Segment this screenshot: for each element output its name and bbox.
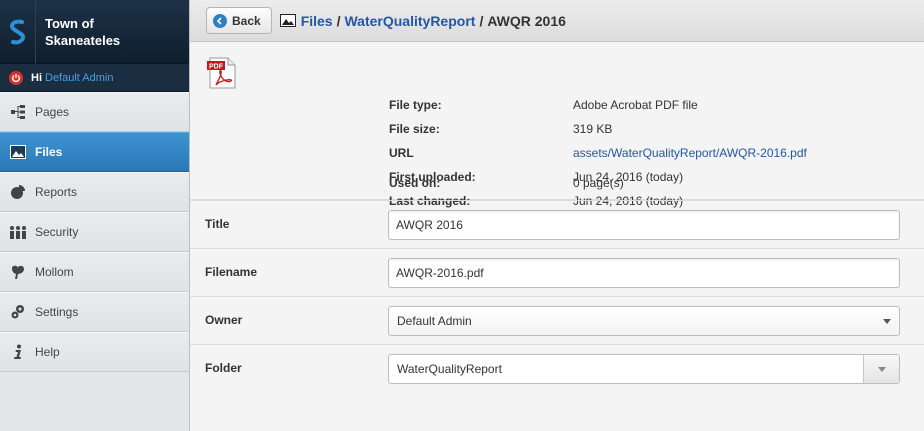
breadcrumb-folder-link[interactable]: WaterQualityReport	[344, 13, 475, 29]
title-row: Title AWQR 2016	[190, 201, 924, 249]
file-size-row: File size: 319 KB	[389, 122, 613, 136]
sidebar-item-label: Reports	[35, 185, 78, 199]
sitemap-icon	[9, 103, 27, 121]
image-icon	[279, 14, 296, 27]
sidebar-item-label: Help	[35, 345, 60, 359]
file-url-row: URL assets/WaterQualityReport/AWQR-2016.…	[389, 146, 807, 160]
used-on-value: 0 page(s)	[573, 176, 624, 190]
title-input[interactable]: AWQR 2016	[388, 210, 900, 240]
toolbar: Back Files / WaterQualityReport / AWQR 2…	[190, 0, 924, 42]
greeting: Hi	[31, 71, 42, 84]
breadcrumb-separator: /	[336, 12, 341, 29]
sidebar-item-reports[interactable]: Reports	[0, 172, 189, 212]
info-icon	[9, 343, 27, 361]
file-url-link[interactable]: assets/WaterQualityReport/AWQR-2016.pdf	[573, 146, 807, 160]
file-size-value: 319 KB	[573, 122, 613, 136]
sidebar-item-pages[interactable]: Pages	[0, 92, 189, 132]
breadcrumb-current: AWQR 2016	[487, 12, 566, 29]
site-name: Town of Skaneateles	[45, 15, 121, 48]
folder-dropdown-button[interactable]	[863, 355, 899, 383]
owner-select[interactable]: Default Admin	[388, 306, 900, 336]
arrow-left-icon	[213, 13, 227, 28]
sidebar-item-label: Pages	[35, 105, 70, 119]
main-nav: Pages Files Reports Security Mollom Sett…	[0, 92, 189, 372]
sidebar-item-files[interactable]: Files	[0, 132, 189, 172]
svg-text:PDF: PDF	[209, 64, 224, 71]
user-link[interactable]: Default Admin	[45, 72, 113, 84]
sidebar-item-label: Files	[35, 145, 63, 159]
title-label: Title	[205, 217, 230, 231]
breadcrumb-files-link[interactable]: Files	[301, 13, 333, 29]
filename-row: Filename AWQR-2016.pdf	[190, 249, 924, 297]
sidebar-item-label: Mollom	[35, 265, 74, 279]
filename-label: Filename	[205, 265, 258, 279]
breadcrumb-separator: /	[479, 12, 484, 29]
file-type-row: File type: Adobe Acrobat PDF file	[389, 98, 698, 112]
back-button[interactable]: Back	[206, 7, 272, 34]
folder-label: Folder	[205, 361, 242, 375]
power-icon[interactable]	[9, 70, 23, 85]
filename-input[interactable]: AWQR-2016.pdf	[388, 258, 900, 288]
user-bar: Hi Default Admin	[0, 64, 189, 92]
owner-row: Owner Default Admin	[190, 297, 924, 345]
chevron-down-icon	[883, 319, 891, 324]
pie-chart-icon	[9, 183, 27, 201]
breadcrumb: Files / WaterQualityReport / AWQR 2016	[279, 12, 566, 29]
used-on-row: Used on: 0 page(s)	[389, 176, 624, 190]
sidebar-item-security[interactable]: Security	[0, 212, 189, 252]
edit-form: Title AWQR 2016 Filename AWQR-2016.pdf O…	[190, 200, 924, 393]
sidebar: Town of Skaneateles Hi Default Admin Pag…	[0, 0, 190, 431]
folder-select[interactable]: WaterQualityReport	[388, 354, 900, 384]
pdf-file-icon: PDF	[206, 57, 238, 89]
file-type-value: Adobe Acrobat PDF file	[573, 98, 698, 112]
sidebar-item-label: Settings	[35, 305, 79, 319]
sidebar-item-help[interactable]: Help	[0, 332, 189, 372]
sidebar-item-mollom[interactable]: Mollom	[0, 252, 189, 292]
logo-icon	[0, 0, 36, 64]
sidebar-item-label: Security	[35, 225, 79, 239]
gears-icon	[9, 303, 27, 321]
users-icon	[9, 223, 27, 241]
folder-row: Folder WaterQualityReport	[190, 345, 924, 393]
image-icon	[9, 143, 27, 161]
chevron-down-icon	[877, 366, 886, 372]
main-content: Back Files / WaterQualityReport / AWQR 2…	[190, 0, 924, 431]
sidebar-item-settings[interactable]: Settings	[0, 292, 189, 332]
brand-header: Town of Skaneateles	[0, 0, 189, 64]
owner-label: Owner	[205, 313, 243, 327]
leaf-icon	[9, 263, 27, 281]
